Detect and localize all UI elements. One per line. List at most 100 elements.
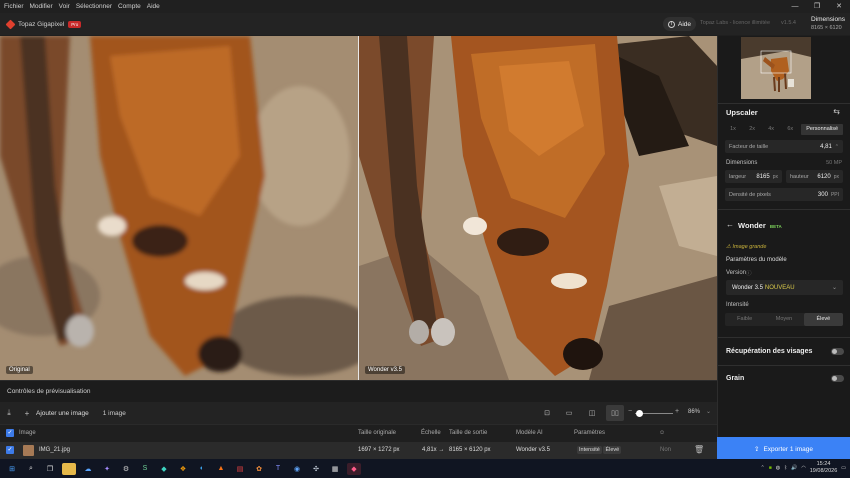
- width-unit[interactable]: px: [773, 174, 778, 180]
- pixel-density-field[interactable]: Densité de pixels 300 PPI: [725, 188, 843, 201]
- preview-controls-label[interactable]: Contrôles de prévisualisation: [0, 380, 717, 402]
- row-checkbox[interactable]: ✓: [6, 446, 14, 454]
- upscaled-preview[interactable]: Wonder v3.5: [359, 36, 717, 380]
- menu-aide[interactable]: Aide: [144, 3, 163, 10]
- height-unit[interactable]: px: [834, 174, 839, 180]
- volume-icon[interactable]: 🔊: [791, 465, 797, 471]
- menu-voir[interactable]: Voir: [56, 3, 73, 10]
- intensity-options: Faible Moyen Élevé: [725, 313, 843, 326]
- notification-icon[interactable]: ▭: [841, 465, 846, 471]
- menu-selectionner[interactable]: Sélectionner: [73, 3, 115, 10]
- col-image[interactable]: Image: [19, 430, 36, 436]
- warning-icon: ⚠: [726, 244, 731, 250]
- nvidia-icon[interactable]: ■: [769, 465, 772, 471]
- gigapixel-taskbar-icon[interactable]: ◆: [347, 462, 361, 475]
- settings-icon[interactable]: ⚙: [119, 463, 133, 475]
- close-button[interactable]: ✕: [828, 0, 850, 13]
- size-factor-field[interactable]: Facteur de taille 4,81 ⌃: [725, 140, 843, 153]
- network-icon[interactable]: ◠: [801, 465, 805, 471]
- crop-view-button[interactable]: ⊡: [538, 405, 556, 421]
- original-label: Original: [6, 366, 33, 374]
- export-button[interactable]: ⇪ Exporter 1 image: [717, 437, 850, 461]
- star-app-icon[interactable]: ✦: [100, 463, 114, 475]
- export-icon: ⇪: [754, 446, 760, 453]
- face-icon: ☺: [659, 430, 666, 436]
- col-original-size[interactable]: Taille originale: [358, 430, 396, 436]
- menu-fichier[interactable]: Fichier: [0, 3, 27, 10]
- add-image-button[interactable]: + Ajouter une image: [22, 409, 89, 418]
- preview-area[interactable]: Original Wonder v3.5: [0, 36, 717, 380]
- vlc-icon[interactable]: ▲: [214, 463, 228, 475]
- side-by-side-button[interactable]: ▯▯: [606, 405, 624, 421]
- clock[interactable]: 15:24 19/08/2026: [810, 461, 838, 475]
- menu-compte[interactable]: Compte: [115, 3, 144, 10]
- edge-browser-icon[interactable]: ◐: [195, 463, 209, 475]
- select-all-checkbox[interactable]: ✓: [6, 429, 14, 437]
- app-green-icon[interactable]: ◆: [157, 463, 171, 475]
- windows-start-icon[interactable]: ⊞: [5, 463, 19, 475]
- trash-icon[interactable]: 🗑: [694, 445, 704, 454]
- width-field[interactable]: largeur 8165 px: [725, 170, 782, 183]
- table-row[interactable]: ✓ IMG_21.jpg 1697 × 1272 px 4,81x → 8165…: [0, 442, 717, 459]
- scale-2x[interactable]: 2x: [744, 124, 760, 135]
- app-network-icon[interactable]: ✣: [309, 463, 323, 475]
- scale-options: 1x 2x 4x 6x Personnalisé: [725, 124, 843, 135]
- pixel-density-unit[interactable]: PPI: [831, 192, 839, 198]
- zoom-out-icon[interactable]: −: [628, 408, 632, 415]
- beta-badge: BETA: [769, 224, 782, 229]
- divider: [718, 209, 850, 210]
- height-field[interactable]: hauteur 6120 px: [786, 170, 843, 183]
- dimensions-label: Dimensions: [726, 160, 758, 166]
- app-multicolor-icon[interactable]: ❖: [176, 463, 190, 475]
- intensity-medium[interactable]: Moyen: [764, 313, 803, 326]
- version-select[interactable]: Wonder 3.5 NOUVEAU ⌄: [726, 280, 843, 295]
- app-s-icon[interactable]: S: [138, 463, 152, 475]
- col-parameters[interactable]: Paramètres: [574, 430, 605, 436]
- download-icon[interactable]: ⤓: [4, 408, 14, 418]
- help-button[interactable]: i Aide: [663, 17, 697, 31]
- swap-icon[interactable]: ⇆: [833, 107, 840, 116]
- scale-6x[interactable]: 6x: [782, 124, 798, 135]
- face-recovery-toggle[interactable]: [831, 348, 844, 355]
- face-recovery-status: Non: [660, 447, 672, 453]
- zoom-value: 86%: [688, 409, 701, 415]
- pdf-reader-icon[interactable]: ▤: [233, 463, 247, 475]
- original-preview[interactable]: Original: [0, 36, 358, 380]
- intensity-low[interactable]: Faible: [725, 313, 764, 326]
- plus-icon: +: [24, 408, 30, 418]
- task-view-icon[interactable]: ❐: [43, 463, 57, 475]
- minimize-button[interactable]: —: [784, 0, 806, 13]
- app-grid-icon[interactable]: ▦: [328, 463, 342, 475]
- file-explorer-icon[interactable]: [62, 462, 76, 475]
- grain-toggle[interactable]: [831, 375, 844, 382]
- col-ai-model[interactable]: Modèle AI: [516, 430, 543, 436]
- menu-modifier[interactable]: Modifier: [27, 3, 56, 10]
- maximize-button[interactable]: ❐: [806, 0, 828, 13]
- zoom-slider-handle[interactable]: [636, 410, 643, 417]
- single-view-button[interactable]: ▭: [560, 405, 578, 421]
- scale-custom[interactable]: Personnalisé: [801, 124, 843, 135]
- bluetooth-icon[interactable]: ᛒ: [784, 465, 787, 471]
- pixel-density-value: 300: [817, 191, 828, 198]
- navigator-thumbnail[interactable]: [741, 37, 811, 99]
- cloud-icon[interactable]: ☁: [81, 463, 95, 475]
- col-output-size[interactable]: Taille de sortie: [449, 430, 487, 436]
- search-icon[interactable]: ⌕: [24, 463, 38, 475]
- teams-icon[interactable]: T: [271, 463, 285, 475]
- app-orange-icon[interactable]: ✿: [252, 463, 266, 475]
- split-view-button[interactable]: ◫: [583, 405, 601, 421]
- version-info-icon[interactable]: ⓘ: [746, 269, 752, 277]
- tray-app-icon[interactable]: ◍: [776, 465, 780, 471]
- stepper-icon[interactable]: ⌃: [835, 144, 839, 150]
- chevron-up-icon[interactable]: ⌃: [761, 465, 765, 471]
- intensity-high[interactable]: Élevé: [803, 313, 843, 326]
- intensity-label: Intensité: [726, 302, 749, 308]
- chevron-down-icon[interactable]: ⌄: [706, 408, 711, 415]
- scale-1x[interactable]: 1x: [725, 124, 741, 135]
- back-arrow-icon[interactable]: ←: [726, 220, 734, 229]
- scale-4x[interactable]: 4x: [763, 124, 779, 135]
- app-blue-icon[interactable]: ◉: [290, 463, 304, 475]
- col-scale[interactable]: Échelle: [421, 430, 441, 436]
- zoom-in-icon[interactable]: +: [675, 408, 679, 415]
- divider: [718, 337, 850, 338]
